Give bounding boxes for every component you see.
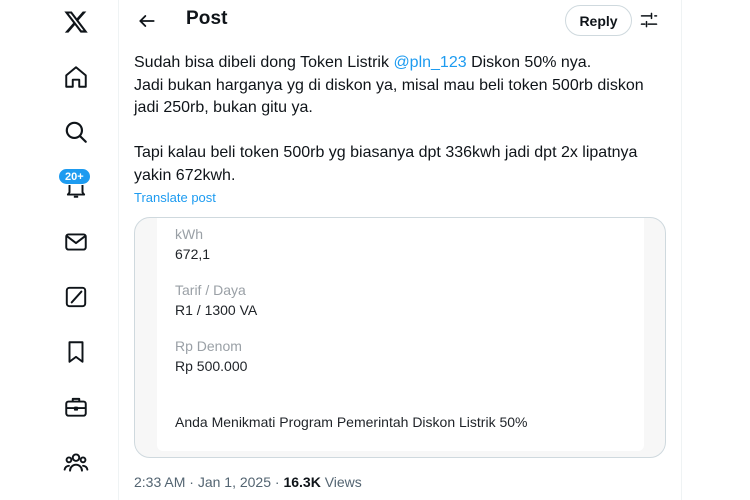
back-button[interactable] — [131, 6, 163, 36]
views-label: Views — [320, 474, 362, 490]
communities-icon — [63, 453, 89, 472]
post-meta: 2:33 AM · Jan 1, 2025 · 16.3K Views — [134, 474, 362, 490]
x-logo-icon — [64, 11, 88, 33]
post-line: jadi 250rb, bukan gitu ya. — [134, 99, 313, 116]
messages-icon — [65, 233, 87, 251]
nav-home[interactable] — [48, 55, 104, 99]
nav-explore[interactable] — [48, 110, 104, 154]
tarif-value: R1 / 1300 VA — [175, 302, 258, 318]
token-receipt: kWh 672,1 Tarif / Daya R1 / 1300 VA Rp D… — [157, 218, 644, 451]
discount-note: Anda Menikmati Program Pemerintah Diskon… — [175, 414, 528, 430]
post-text-segment: Sudah bisa dibeli dong Token Listrik — [134, 54, 394, 71]
denom-label: Rp Denom — [175, 338, 242, 354]
x-logo-link[interactable] — [48, 0, 104, 44]
post-header: Post Reply — [119, 0, 681, 42]
meta-separator: · — [271, 474, 284, 490]
post-line: Tapi kalau beli token 500rb yg biasanya … — [134, 144, 638, 161]
post-line: Sudah bisa dibeli dong Token Listrik @pl… — [134, 52, 674, 75]
column-divider-right — [681, 0, 682, 500]
bookmarks-icon — [68, 341, 84, 363]
arrow-left-icon — [139, 15, 155, 27]
home-icon — [65, 66, 87, 88]
reply-button[interactable]: Reply — [565, 5, 632, 36]
post-line: yakin 672kwh. — [134, 166, 236, 184]
sliders-icon — [640, 12, 658, 28]
post-media-image[interactable]: kWh 672,1 Tarif / Daya R1 / 1300 VA Rp D… — [134, 217, 666, 458]
app-frame: 20+ Post Reply Sudah bisa dibeli dong To… — [0, 0, 750, 500]
tarif-label: Tarif / Daya — [175, 282, 246, 298]
notifications-badge: 20+ — [58, 168, 91, 185]
nav-jobs[interactable] — [48, 385, 104, 429]
translate-post-link[interactable]: Translate post — [134, 190, 216, 205]
post-line: Jadi bukan harganya yg di diskon ya, mis… — [134, 76, 644, 94]
grok-icon — [65, 286, 87, 308]
sidebar-nav — [48, 0, 104, 500]
reply-settings-button[interactable] — [637, 8, 661, 32]
kwh-value: 672,1 — [175, 246, 211, 262]
meta-separator: · — [185, 474, 198, 490]
column-divider-left — [118, 0, 119, 500]
denom-value: Rp 500.000 — [175, 358, 248, 374]
jobs-icon — [65, 397, 87, 417]
post-text-segment: Diskon 50% nya. — [466, 54, 592, 71]
mention-link[interactable]: @pln_123 — [393, 54, 466, 71]
post-text: Sudah bisa dibeli dong Token Listrik @pl… — [134, 52, 674, 187]
nav-bookmarks[interactable] — [48, 330, 104, 374]
search-icon — [65, 121, 87, 143]
nav-grok[interactable] — [48, 275, 104, 319]
nav-communities[interactable] — [48, 440, 104, 484]
kwh-label: kWh — [175, 226, 203, 242]
page-title: Post — [186, 8, 228, 29]
post-date[interactable]: Jan 1, 2025 — [198, 474, 271, 490]
views-count: 16.3K — [283, 474, 321, 490]
post-time[interactable]: 2:33 AM — [134, 474, 185, 490]
nav-messages[interactable] — [48, 220, 104, 264]
